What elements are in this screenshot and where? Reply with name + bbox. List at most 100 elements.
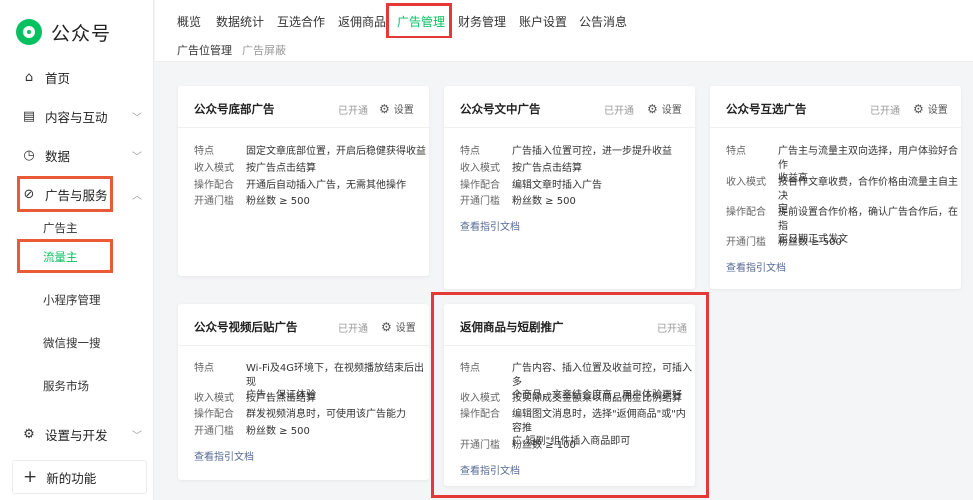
row-label: 开通门槛: [194, 426, 234, 437]
doc-link[interactable]: 查看指引文档: [194, 448, 254, 463]
row-feature: 特点 固定文章底部位置，开启后稳健获得收益: [194, 145, 426, 159]
settings-button[interactable]: ⚙ 设置: [381, 319, 416, 335]
row-value: 固定文章底部位置，开启后稳健获得收益: [246, 146, 426, 157]
tab-finance[interactable]: 财务管理: [458, 13, 506, 30]
highlight-ads-services: [17, 176, 113, 212]
settings-label: 设置: [395, 323, 416, 334]
chevron-down-icon: ﹀: [132, 430, 142, 442]
nav-data-label: 数据: [45, 148, 71, 164]
nav-wechat-search[interactable]: 微信搜一搜: [43, 333, 101, 353]
value-line: 提前设置合作价格，确认广告合作后，在指: [778, 207, 958, 232]
nav-advertiser[interactable]: 广告主: [43, 218, 78, 238]
card-video-post-ad: 公众号视频后贴广告 已开通 ⚙ 设置 特点 Wi-Fi及4G环境下，在视频播放结…: [178, 304, 429, 480]
nav-home-label: 首页: [45, 70, 71, 86]
plus-icon: +: [23, 467, 38, 487]
row-value: 按广告点击结算: [246, 393, 316, 404]
nav-data[interactable]: ◷ 数据 ﹀: [0, 140, 154, 170]
row-label: 收入模式: [194, 393, 234, 404]
gear-icon: ⚙: [913, 101, 924, 116]
value-line: 广告主与流量主双向选择，用户体验好合作: [778, 146, 958, 171]
row-income: 收入模式 按广告点击结算: [194, 162, 316, 176]
settings-label: 设置: [393, 105, 414, 116]
row-feature: 特点 广告插入位置可控，进一步提升收益: [460, 145, 672, 159]
card-header: 公众号互选广告 已开通 ⚙ 设置: [710, 86, 961, 128]
card-title: 公众号视频后贴广告: [194, 320, 298, 334]
gear-icon: ⚙: [647, 101, 658, 116]
row-label: 操作配合: [460, 180, 500, 191]
top-tab-bar: 概览 数据统计 互选合作 返佣商品 广告管理 财务管理 账户设置 公告消息: [155, 0, 973, 38]
row-label: 开通门槛: [460, 196, 500, 207]
chevron-down-icon: ﹀: [132, 151, 142, 163]
card-title: 公众号文中广告: [460, 102, 541, 116]
status-badge: 已开通: [338, 106, 368, 117]
card-in-article-ad: 公众号文中广告 已开通 ⚙ 设置 特点 广告插入位置可控，进一步提升收益 收入模…: [444, 86, 695, 289]
value-line: 按合作文章收费，合作价格由流量主自主决: [778, 177, 958, 202]
nav-settings-label: 设置与开发: [45, 427, 108, 443]
row-value: 开通后自动插入广告，无需其他操作: [246, 180, 406, 191]
gear-icon: ⚙: [381, 319, 392, 334]
card-header: 公众号视频后贴广告 已开通 ⚙ 设置: [178, 304, 429, 346]
row-label: 开通门槛: [726, 237, 766, 248]
nav-service-market[interactable]: 服务市场: [43, 376, 89, 396]
tab-overview[interactable]: 概览: [177, 13, 201, 30]
card-title: 公众号底部广告: [194, 102, 275, 116]
new-feature-label: 新的功能: [46, 470, 97, 486]
chevron-down-icon: ﹀: [132, 112, 142, 124]
row-label: 特点: [460, 146, 480, 157]
settings-button[interactable]: ⚙ 设置: [913, 101, 948, 117]
nav-settings-dev[interactable]: ⚙ 设置与开发 ﹀: [0, 419, 154, 449]
tab-mutual-selection[interactable]: 互选合作: [277, 13, 325, 30]
row-income: 收入模式 按广告点击结算: [460, 162, 582, 176]
row-threshold: 开通门槛 粉丝数 ≥ 500: [460, 195, 576, 209]
row-value: 按广告点击结算: [246, 163, 316, 174]
doc-link[interactable]: 查看指引文档: [726, 259, 786, 274]
value-line: Wi-Fi及4G环境下，在视频播放结束后出现: [246, 363, 424, 388]
row-value: 群发视频消息时，可使用该广告能力: [246, 409, 406, 420]
subtab-ad-slot[interactable]: 广告位管理: [177, 42, 232, 58]
subtab-ad-block[interactable]: 广告屏蔽: [242, 42, 286, 58]
card-title: 公众号互选广告: [726, 102, 807, 116]
row-value: 粉丝数 ≥ 500: [246, 426, 310, 437]
nav-content-label: 内容与互动: [45, 109, 108, 125]
row-value: 粉丝数 ≥ 500: [246, 196, 310, 207]
status-badge: 已开通: [338, 324, 368, 335]
tab-account-settings[interactable]: 账户设置: [519, 13, 567, 30]
card-header: 公众号底部广告 已开通 ⚙ 设置: [178, 86, 429, 128]
sub-tab-bar: 广告位管理 广告屏蔽: [155, 38, 973, 62]
row-operation: 操作配合 群发视频消息时，可使用该广告能力: [194, 408, 406, 422]
row-label: 开通门槛: [194, 196, 234, 207]
row-threshold: 开通门槛 粉丝数 ≥ 500: [726, 236, 842, 250]
nav-home[interactable]: ⌂ 首页: [0, 62, 154, 92]
row-value: 按广告点击结算: [512, 163, 582, 174]
settings-button[interactable]: ⚙ 设置: [379, 101, 414, 117]
card-mutual-ad: 公众号互选广告 已开通 ⚙ 设置 特点 广告主与流量主双向选择，用户体验好合作收…: [710, 86, 961, 289]
app-logo[interactable]: 公众号: [16, 18, 111, 46]
home-icon: ⌂: [24, 69, 34, 85]
settings-button[interactable]: ⚙ 设置: [647, 101, 682, 117]
settings-label: 设置: [661, 105, 682, 116]
highlight-commission-card: [431, 292, 709, 498]
row-label: 收入模式: [194, 163, 234, 174]
tab-commission-goods[interactable]: 返佣商品: [338, 13, 386, 30]
gear-icon: ⚙: [379, 101, 390, 116]
status-badge: 已开通: [870, 106, 900, 117]
card-header: 公众号文中广告 已开通 ⚙ 设置: [444, 86, 695, 128]
new-feature-button[interactable]: + 新的功能: [12, 460, 147, 494]
row-label: 操作配合: [194, 180, 234, 191]
nav-content[interactable]: ▤ 内容与互动 ﹀: [0, 101, 154, 131]
doc-link[interactable]: 查看指引文档: [460, 218, 520, 233]
wechat-logo-icon: [16, 19, 42, 45]
row-threshold: 开通门槛 粉丝数 ≥ 500: [194, 195, 310, 209]
row-label: 操作配合: [194, 409, 234, 420]
tab-data-stats[interactable]: 数据统计: [216, 13, 264, 30]
document-icon: ▤: [22, 108, 36, 124]
app-name: 公众号: [51, 22, 112, 45]
card-bottom-ad: 公众号底部广告 已开通 ⚙ 设置 特点 固定文章底部位置，开启后稳健获得收益 收…: [178, 86, 429, 276]
tab-announcements[interactable]: 公告消息: [579, 13, 627, 30]
row-value: 编辑文章时插入广告: [512, 180, 602, 191]
clock-icon: ◷: [23, 147, 35, 163]
highlight-ad-management: [386, 3, 452, 39]
status-badge: 已开通: [604, 106, 634, 117]
row-value: 广告插入位置可控，进一步提升收益: [512, 146, 672, 157]
nav-mini-program[interactable]: 小程序管理: [43, 290, 101, 310]
